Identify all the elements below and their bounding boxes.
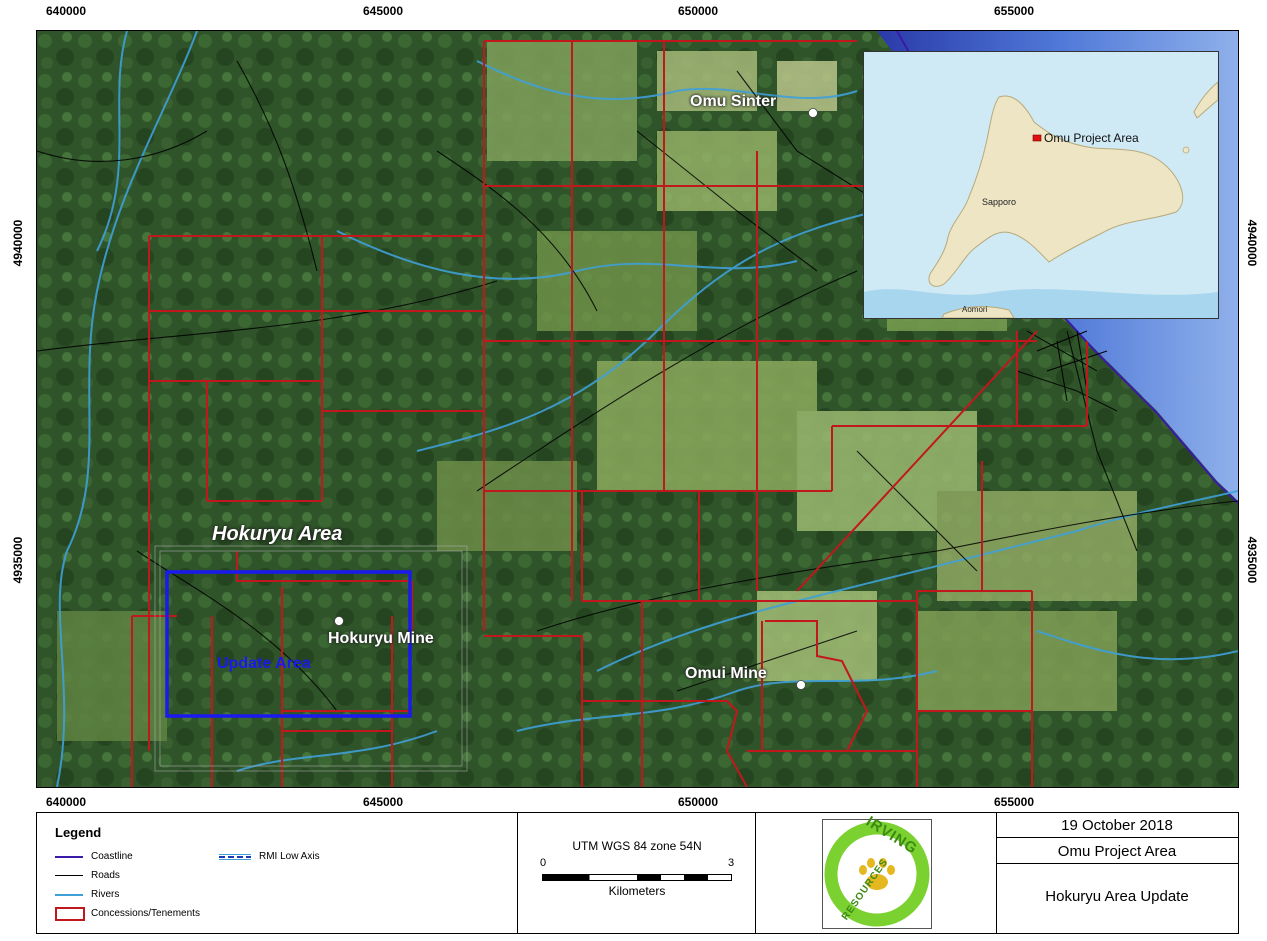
scale-max-label: 3 bbox=[728, 857, 735, 869]
label-omui-mine: Omui Mine bbox=[685, 665, 767, 682]
concession-symbol-icon bbox=[55, 907, 85, 921]
legend-coastline-label: Coastline bbox=[91, 851, 133, 862]
legend-rivers-label: Rivers bbox=[91, 889, 120, 900]
map-date: 19 October 2018 bbox=[1061, 817, 1173, 834]
legend-rmi-label: RMI Low Axis bbox=[259, 851, 320, 862]
coastline-symbol-icon bbox=[55, 852, 83, 862]
info-panel: 19 October 2018 Omu Project Area Hokuryu… bbox=[997, 813, 1238, 933]
legend-concessions-label: Concessions/Tenements bbox=[91, 907, 200, 919]
legend-concessions: Concessions/Tenements bbox=[55, 907, 200, 921]
rmi-symbol-icon bbox=[219, 852, 251, 862]
y-tick-left-1: 4940000 bbox=[11, 219, 25, 267]
inset-label-aomori: Aomori bbox=[962, 305, 988, 314]
inset-map: Omu Project Area Sapporo Aomori bbox=[863, 51, 1219, 319]
legend-title: Legend bbox=[55, 825, 102, 840]
map-view[interactable]: Omu Sinter Hokuryu Area Hokuryu Mine Upd… bbox=[36, 30, 1239, 788]
legend-panel: Legend Coastline Roads Rivers Concession… bbox=[37, 813, 518, 933]
label-hokuryu-mine: Hokuryu Mine bbox=[328, 630, 434, 647]
x-tick-bottom-4: 655000 bbox=[993, 795, 1035, 809]
y-tick-right-1: 4940000 bbox=[1245, 219, 1259, 267]
roads-symbol-icon bbox=[55, 871, 83, 881]
x-tick-top-2: 645000 bbox=[362, 4, 404, 18]
legend-coastline: Coastline bbox=[55, 851, 133, 862]
irving-logo: IRVING RESOURCES bbox=[822, 813, 932, 929]
map-footer: Legend Coastline Roads Rivers Concession… bbox=[36, 812, 1239, 934]
rivers-symbol-icon bbox=[55, 890, 83, 900]
inset-map-graphic bbox=[864, 52, 1218, 318]
legend-roads: Roads bbox=[55, 870, 120, 881]
inset-label-project: Omu Project Area bbox=[1044, 131, 1139, 145]
projection-label: UTM WGS 84 zone 54N bbox=[572, 839, 702, 853]
label-omu-sinter: Omu Sinter bbox=[690, 93, 777, 110]
x-tick-top-1: 640000 bbox=[45, 4, 87, 18]
label-update-area: Update Area bbox=[217, 655, 311, 672]
y-tick-right-2: 4935000 bbox=[1245, 536, 1259, 584]
legend-rivers: Rivers bbox=[55, 889, 119, 900]
x-tick-top-3: 650000 bbox=[677, 4, 719, 18]
label-hokuryu-area: Hokuryu Area bbox=[212, 523, 343, 545]
y-tick-left-2: 4935000 bbox=[11, 536, 25, 584]
x-tick-bottom-1: 640000 bbox=[45, 795, 87, 809]
logo-panel: IRVING RESOURCES bbox=[756, 813, 997, 933]
legend-roads-label: Roads bbox=[91, 870, 120, 881]
scale-units-label: Kilometers bbox=[608, 884, 666, 898]
map-title: Hokuryu Area Update bbox=[1045, 888, 1189, 905]
inset-label-sapporo: Sapporo bbox=[982, 197, 1017, 207]
x-tick-top-4: 655000 bbox=[993, 4, 1035, 18]
project-name: Omu Project Area bbox=[1057, 843, 1177, 860]
scale-panel: UTM WGS 84 zone 54N 0 3 Kilometers bbox=[518, 813, 756, 933]
legend-rmi: RMI Low Axis bbox=[219, 851, 320, 862]
x-tick-bottom-2: 645000 bbox=[362, 795, 404, 809]
x-tick-bottom-3: 650000 bbox=[677, 795, 719, 809]
scale-min-label: 0 bbox=[540, 857, 547, 869]
scale-bar bbox=[542, 874, 732, 881]
